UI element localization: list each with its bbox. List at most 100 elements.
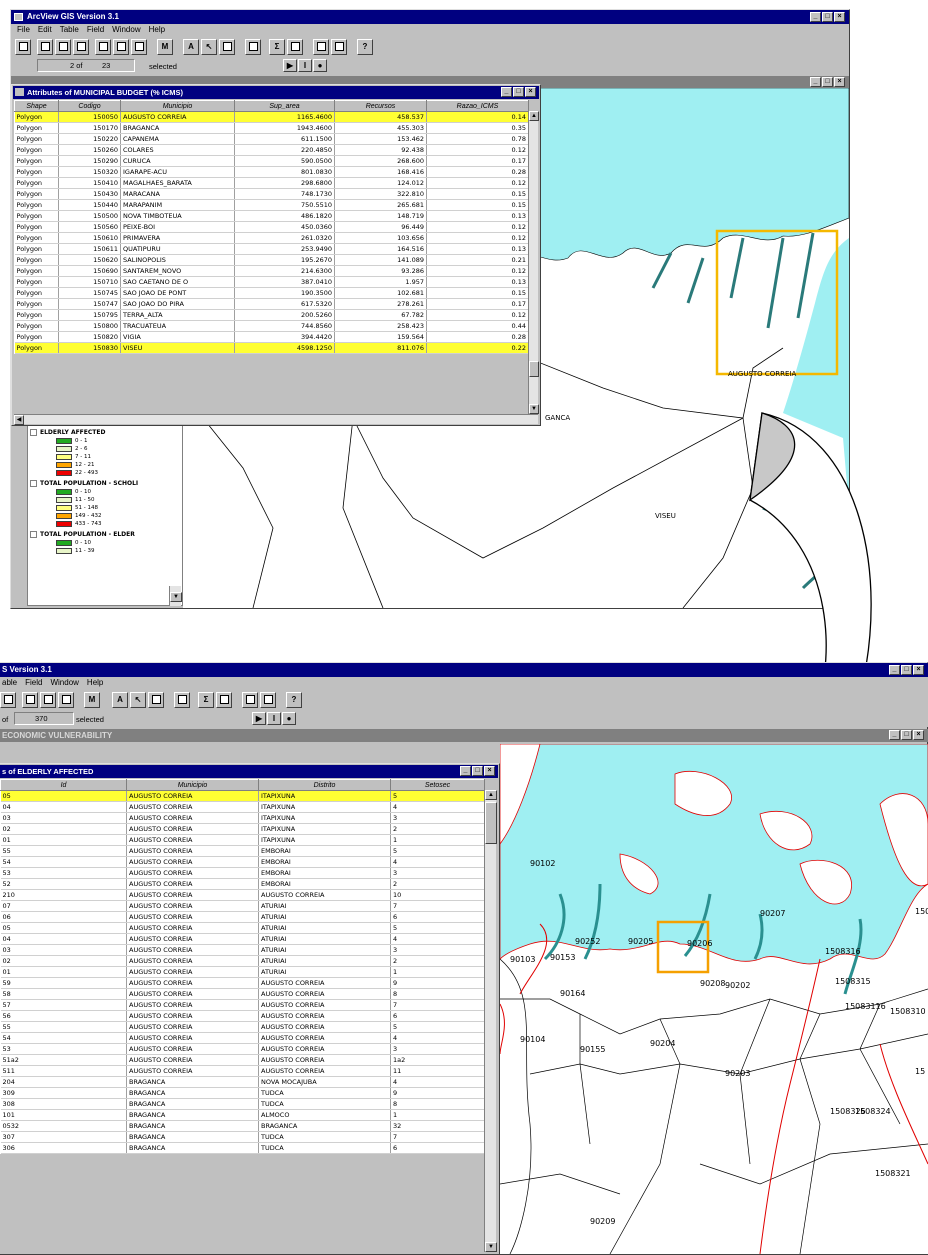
legend-scrollbar[interactable]: ▼ bbox=[169, 586, 182, 606]
edit-tool[interactable]: I bbox=[267, 712, 281, 725]
table-row[interactable]: 54 AUGUSTO CORREIA EMBORAI 4 bbox=[0, 856, 485, 868]
table-row[interactable]: Polygon 150747 SAO JOAO DO PIRA 617.5320 278… bbox=[14, 298, 529, 310]
table-row[interactable]: 53 AUGUSTO CORREIA EMBORAI 3 bbox=[0, 867, 485, 879]
promote-button[interactable] bbox=[131, 39, 147, 55]
table-row[interactable]: 58 AUGUSTO CORREIA AUGUSTO CORREIA 8 bbox=[0, 988, 485, 1000]
add-table-button[interactable] bbox=[37, 39, 53, 55]
identify-tool[interactable]: ● bbox=[313, 59, 327, 72]
column-header[interactable]: Razao_ICMS bbox=[426, 100, 529, 112]
select-all-button[interactable] bbox=[73, 39, 89, 55]
sort-ascending-button[interactable] bbox=[242, 692, 258, 708]
column-header[interactable]: Recursos bbox=[334, 100, 427, 112]
table-row[interactable]: Polygon 150830 VISEU 4598.1250 811.076 0.22 bbox=[14, 342, 529, 354]
table-row[interactable]: 55 AUGUSTO CORREIA EMBORAI 5 bbox=[0, 845, 485, 857]
scroll-down-arrow[interactable]: ▼ bbox=[485, 1242, 497, 1252]
table-row[interactable]: 01 AUGUSTO CORREIA ATURIAI 1 bbox=[0, 966, 485, 978]
switch-selection-button[interactable] bbox=[58, 692, 74, 708]
legend-theme[interactable]: TOTAL POPULATION - SCHOLI bbox=[30, 480, 182, 487]
top-table-hscrollbar[interactable]: ◀ bbox=[14, 414, 538, 425]
theme-visibility-checkbox[interactable] bbox=[30, 531, 37, 538]
query-button[interactable]: ↖ bbox=[130, 692, 146, 708]
edit-tool[interactable]: I bbox=[298, 59, 312, 72]
menu-item-window[interactable]: Window bbox=[112, 24, 140, 36]
minimize-button[interactable]: _ bbox=[889, 665, 900, 675]
column-header[interactable]: Municipio bbox=[126, 779, 259, 791]
table-row[interactable]: 101 BRAGANCA ALMOCO 1 bbox=[0, 1109, 485, 1121]
pointer-tool[interactable]: ▶ bbox=[283, 59, 297, 72]
calc-button[interactable] bbox=[174, 692, 190, 708]
theme-visibility-checkbox[interactable] bbox=[30, 429, 37, 436]
scroll-down-arrow[interactable]: ▼ bbox=[529, 404, 539, 414]
table-row[interactable]: Polygon 150690 SANTAREM_NOVO 214.6300 93.286… bbox=[14, 265, 529, 277]
table-row[interactable]: 0532 BRAGANCA BRAGANCA 32 bbox=[0, 1120, 485, 1132]
table-row[interactable]: 210 AUGUSTO CORREIA AUGUSTO CORREIA 10 bbox=[0, 889, 485, 901]
scroll-up-arrow[interactable]: ▲ bbox=[485, 790, 497, 800]
table-row[interactable]: 05 AUGUSTO CORREIA ITAPIXUNA 5 bbox=[0, 790, 485, 802]
table-row[interactable]: 56 AUGUSTO CORREIA AUGUSTO CORREIA 6 bbox=[0, 1010, 485, 1022]
scroll-left-arrow[interactable]: ◀ bbox=[14, 415, 24, 425]
table-row[interactable]: 03 AUGUSTO CORREIA ATURIAI 3 bbox=[0, 944, 485, 956]
table-minimize-button[interactable]: _ bbox=[501, 87, 512, 97]
table-row[interactable]: Polygon 150050 AUGUSTO CORREIA 1165.4600 458… bbox=[14, 111, 529, 123]
sort-button[interactable] bbox=[219, 39, 235, 55]
menu-item-help[interactable]: Help bbox=[149, 24, 165, 36]
table-row[interactable]: 204 BRAGANCA NOVA MOCAJUBA 4 bbox=[0, 1076, 485, 1088]
table-row[interactable]: 308 BRAGANCA TUDCA 8 bbox=[0, 1098, 485, 1110]
table-row[interactable]: 511 AUGUSTO CORREIA AUGUSTO CORREIA 11 bbox=[0, 1065, 485, 1077]
table-row[interactable]: Polygon 150800 TRACUATEUA 744.8560 258.423 0.… bbox=[14, 320, 529, 332]
top-attribute-table[interactable]: Shape Codigo Municipio Sup_area Recursos Raza… bbox=[14, 100, 529, 354]
legend-theme[interactable]: ELDERLY AFFECTED bbox=[30, 429, 182, 436]
table-row[interactable]: Polygon 150290 CURUCA 590.0500 268.600 0.17 bbox=[14, 155, 529, 167]
query-button[interactable]: ↖ bbox=[201, 39, 217, 55]
menu-item-file[interactable]: File bbox=[17, 24, 30, 36]
top-table-vscrollbar[interactable]: ▲ ▼ bbox=[528, 111, 539, 414]
summarize-button[interactable]: Σ bbox=[198, 692, 214, 708]
table-row[interactable]: Polygon 150620 SALINOPOLIS 195.2670 141.089 0… bbox=[14, 254, 529, 266]
table-row[interactable]: 51a2 AUGUSTO CORREIA AUGUSTO CORREIA 1a2 bbox=[0, 1054, 485, 1066]
view-minimize-button[interactable]: _ bbox=[810, 77, 821, 87]
help-button[interactable]: ? bbox=[286, 692, 302, 708]
table-maximize-button[interactable]: □ bbox=[513, 87, 524, 97]
view-close-button[interactable]: × bbox=[834, 77, 845, 87]
menu-item-edit[interactable]: Edit bbox=[38, 24, 52, 36]
view-close-button[interactable]: × bbox=[913, 730, 924, 740]
column-header[interactable]: Distrito bbox=[258, 779, 391, 791]
table-row[interactable]: 307 BRAGANCA TUDCA 7 bbox=[0, 1131, 485, 1143]
table-row[interactable]: Polygon 150820 VIGIA 394.4420 159.564 0.28 bbox=[14, 331, 529, 343]
top-legend-toc[interactable]: ELDERLY AFFECTED 0 - 1 2 - 6 7 - 11 12 - 21 2… bbox=[27, 425, 183, 606]
table-row[interactable]: 04 AUGUSTO CORREIA ITAPIXUNA 4 bbox=[0, 801, 485, 813]
table-row[interactable]: Polygon 150410 MAGALHAES_BARATA 298.6800 124… bbox=[14, 177, 529, 189]
table-row[interactable]: 57 AUGUSTO CORREIA AUGUSTO CORREIA 7 bbox=[0, 999, 485, 1011]
column-header[interactable]: Shape bbox=[14, 100, 59, 112]
identify-tool[interactable]: ● bbox=[282, 712, 296, 725]
column-header[interactable]: Id bbox=[0, 779, 127, 791]
table-row[interactable]: 55 AUGUSTO CORREIA AUGUSTO CORREIA 5 bbox=[0, 1021, 485, 1033]
bottom-attribute-table[interactable]: Id Municipio Distrito Setosec 05 AUGUSTO COR… bbox=[0, 779, 485, 1154]
minimize-button[interactable]: _ bbox=[810, 12, 821, 22]
sort-descending-button[interactable] bbox=[331, 39, 347, 55]
sort-ascending-button[interactable] bbox=[313, 39, 329, 55]
table-row[interactable]: 53 AUGUSTO CORREIA AUGUSTO CORREIA 3 bbox=[0, 1043, 485, 1055]
table-row[interactable]: Polygon 150611 QUATIPURU 253.9490 164.516 0.1… bbox=[14, 243, 529, 255]
view-maximize-button[interactable]: □ bbox=[822, 77, 833, 87]
refresh-button[interactable] bbox=[0, 692, 16, 708]
table-row[interactable]: Polygon 150220 CAPANEMA 611.1500 153.462 0.78 bbox=[14, 133, 529, 145]
close-button[interactable]: × bbox=[913, 665, 924, 675]
maximize-button[interactable]: □ bbox=[901, 665, 912, 675]
summarize-button[interactable]: Σ bbox=[269, 39, 285, 55]
maximize-button[interactable]: □ bbox=[822, 12, 833, 22]
table-row[interactable]: Polygon 150430 MARACANA 748.1730 322.810 0.15 bbox=[14, 188, 529, 200]
table-row[interactable]: 59 AUGUSTO CORREIA AUGUSTO CORREIA 9 bbox=[0, 977, 485, 989]
menu-item-table[interactable]: Table bbox=[60, 24, 79, 36]
save-project-button[interactable] bbox=[15, 39, 31, 55]
switch-selection-button[interactable] bbox=[113, 39, 129, 55]
column-header[interactable]: Setosec bbox=[390, 779, 485, 791]
table-row[interactable]: Polygon 150610 PRIMAVERA 261.0320 103.656 0.1… bbox=[14, 232, 529, 244]
view-maximize-button[interactable]: □ bbox=[901, 730, 912, 740]
calc-button[interactable] bbox=[245, 39, 261, 55]
menu-item-window[interactable]: Window bbox=[50, 677, 78, 689]
scroll-thumb[interactable] bbox=[485, 802, 497, 844]
scroll-thumb[interactable] bbox=[529, 361, 539, 377]
table-row[interactable]: Polygon 150320 IGARAPE-ACU 801.0830 168.416 0… bbox=[14, 166, 529, 178]
table-row[interactable]: 52 AUGUSTO CORREIA EMBORAI 2 bbox=[0, 878, 485, 890]
